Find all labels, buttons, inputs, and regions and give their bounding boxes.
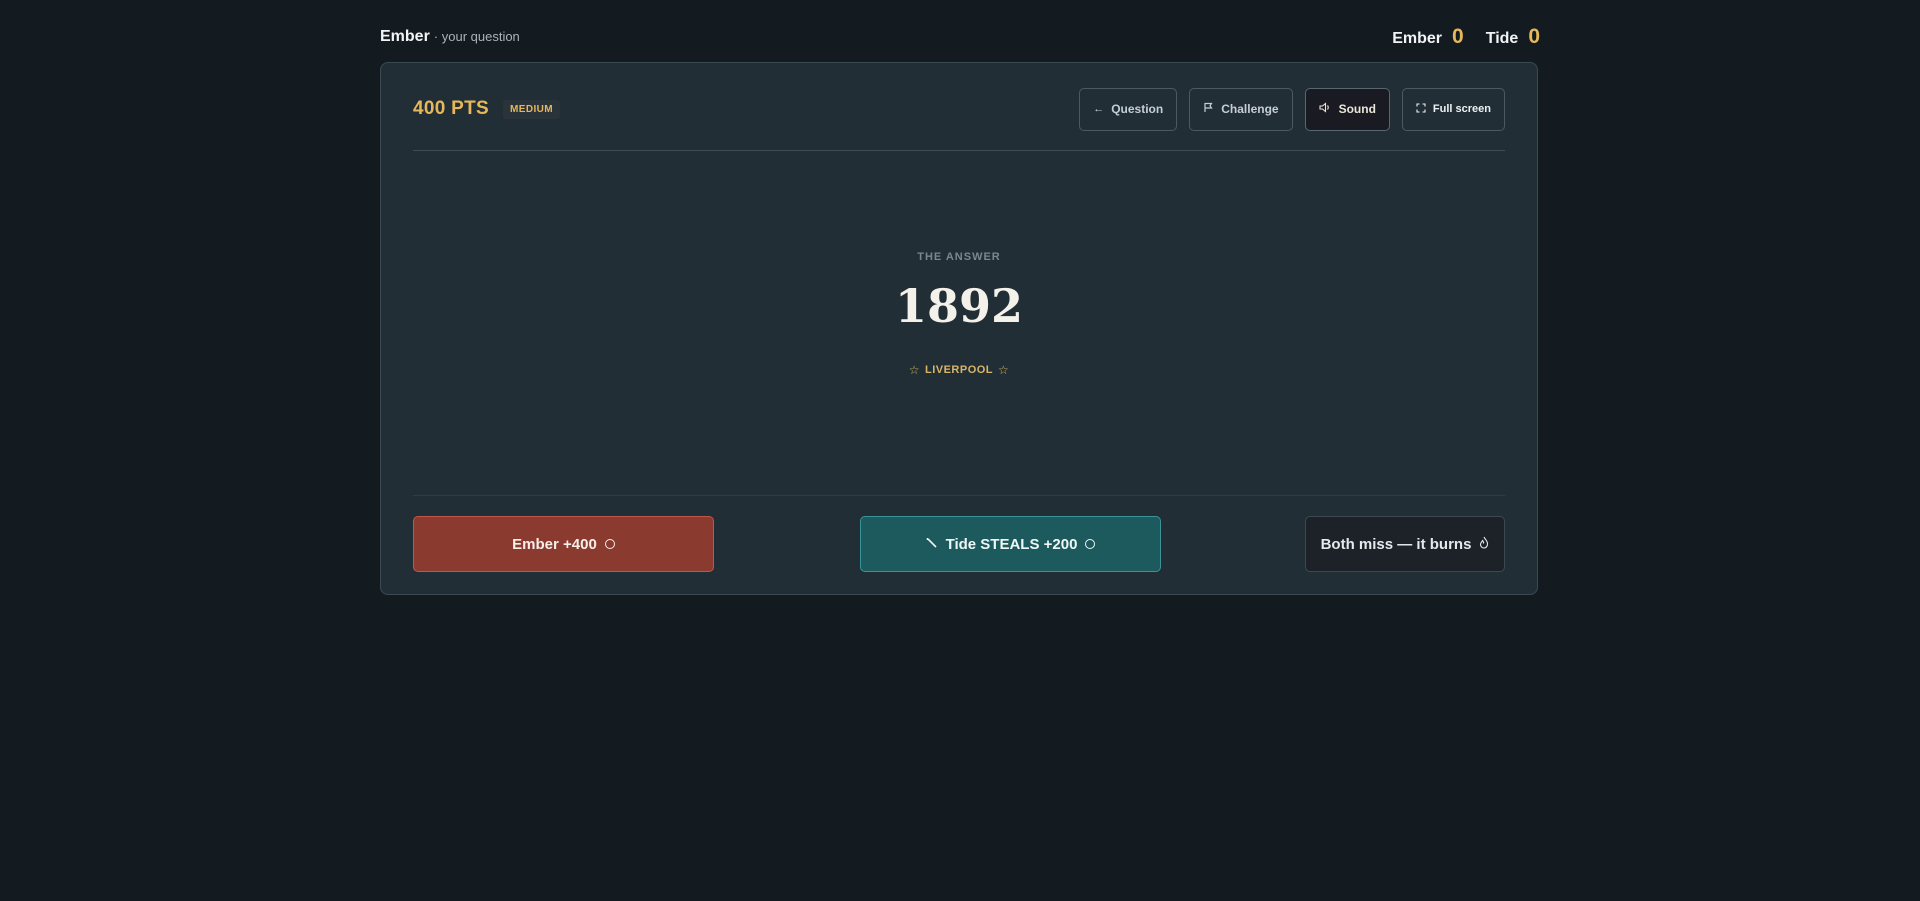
card-header: 400 PTS MEDIUM ← Question Challenge Soun… (413, 87, 1505, 131)
points-value: 400 PTS (413, 98, 490, 119)
answer-location-text: LIVERPOOL (924, 364, 994, 376)
question-button-label: Question (1111, 102, 1164, 116)
score-tide: Tide 0 (1486, 25, 1540, 49)
card-toolbar: ← Question Challenge Sound Full screen (1079, 87, 1505, 131)
sound-button[interactable]: Sound (1304, 87, 1390, 131)
speaker-icon (1319, 102, 1332, 116)
challenge-button[interactable]: Challenge (1189, 87, 1293, 131)
question-button[interactable]: ← Question (1079, 87, 1178, 131)
flame-icon (1479, 536, 1489, 552)
circle-icon (604, 539, 615, 549)
actions-divider (413, 495, 1505, 496)
fullscreen-button-label: Full screen (1432, 103, 1491, 115)
difficulty-badge: MEDIUM (503, 99, 560, 119)
answer-label: THE ANSWER (917, 251, 1001, 263)
score-ember: Ember 0 (1392, 25, 1463, 49)
sound-button-label: Sound (1338, 102, 1376, 116)
answer-value: 1892 (894, 279, 1024, 333)
score-ember-name: Ember (1392, 30, 1443, 47)
score-tide-value: 0 (1528, 25, 1540, 48)
circle-icon (1085, 539, 1096, 549)
ember-award-button[interactable]: Ember +400 (413, 516, 714, 572)
tide-steal-label: Tide STEALS +200 (945, 535, 1078, 553)
star-icon: ☆ (998, 363, 1010, 377)
answer-location: ☆ LIVERPOOL ☆ (381, 363, 1537, 377)
turn-subtitle: · your question (433, 29, 520, 44)
score-tide-name: Tide (1485, 30, 1519, 47)
challenge-button-label: Challenge (1221, 102, 1279, 116)
arrow-left-icon: ← (1093, 102, 1105, 115)
fullscreen-button[interactable]: Full screen (1401, 87, 1505, 131)
flag-icon (1203, 102, 1214, 116)
answer-block: THE ANSWER 1892 ☆ LIVERPOOL ☆ (381, 251, 1537, 377)
turn-indicator: Ember · your question (380, 28, 520, 46)
both-miss-button[interactable]: Both miss — it burns (1305, 516, 1505, 572)
expand-icon (1416, 102, 1426, 116)
scoreboard: Ember 0 Tide 0 (1392, 25, 1540, 49)
points-group: 400 PTS MEDIUM (413, 98, 560, 120)
ember-award-label: Ember +400 (512, 535, 597, 553)
turn-team-name: Ember (380, 28, 430, 45)
question-card: 400 PTS MEDIUM ← Question Challenge Soun… (380, 62, 1538, 595)
both-miss-label: Both miss — it burns (1320, 535, 1472, 553)
score-ember-value: 0 (1452, 25, 1464, 48)
tide-steal-button[interactable]: Tide STEALS +200 (860, 516, 1161, 572)
star-icon: ☆ (908, 363, 920, 377)
header-divider (413, 150, 1505, 151)
top-bar: Ember · your question Ember 0 Tide 0 (380, 22, 1540, 52)
wand-icon (926, 537, 938, 552)
